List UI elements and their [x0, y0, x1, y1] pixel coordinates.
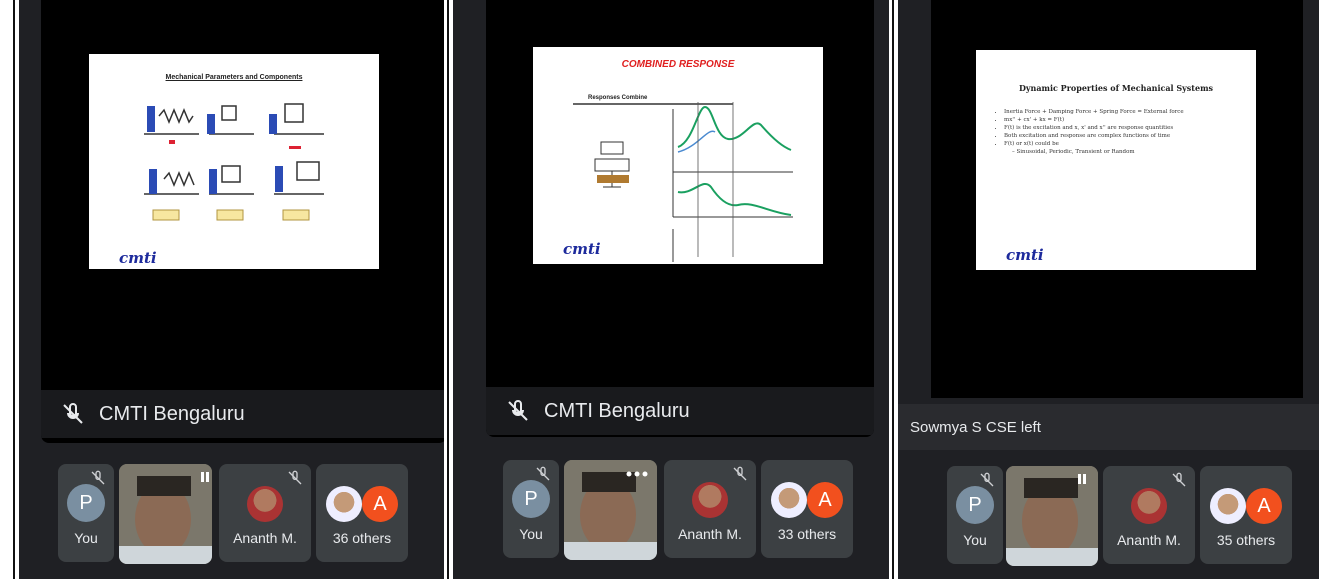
mic-off-icon	[288, 470, 302, 485]
slide-illustration	[144, 103, 324, 221]
avatar	[1131, 488, 1167, 524]
self-video-tile[interactable]	[119, 464, 212, 564]
participant-name: Ananth M.	[678, 526, 742, 542]
slide-bullet: Both excitation and response are complex…	[1004, 132, 1240, 140]
video-feed	[1006, 466, 1098, 566]
participant-tile-others[interactable]: A 36 others	[316, 464, 408, 562]
left-edge	[10, 0, 19, 579]
more-icon[interactable]	[625, 470, 649, 478]
participant-name: Ananth M.	[1117, 532, 1181, 548]
avatar-initial: A	[362, 486, 398, 522]
participant-name: You	[74, 530, 98, 546]
mic-off-icon	[91, 470, 105, 485]
slide-bullet: F(t) or x(t) could be	[1004, 140, 1240, 148]
avatar	[326, 486, 362, 522]
participant-tile-you[interactable]: P You	[503, 460, 559, 558]
cmti-logo: cmti	[119, 249, 157, 267]
avatar	[247, 486, 283, 522]
meet-panel-2: COMBINED RESPONSE Responses Combine cmti	[453, 0, 889, 579]
mic-off-icon	[536, 466, 550, 481]
self-video-tile[interactable]	[1006, 466, 1098, 566]
slide-bullet: F(t) is the excitation and x, x' and x''…	[1004, 124, 1240, 132]
participant-left-notice: Sowmya S CSE left	[898, 404, 1319, 450]
presentation-stage: Mechanical Parameters and Components cmt…	[41, 0, 444, 443]
avatar: P	[956, 486, 994, 524]
participant-tile-you[interactable]: P You	[947, 466, 1003, 564]
slide-bullets: Inertia Force + Damping Force + Spring F…	[994, 108, 1240, 156]
mic-off-icon	[733, 466, 747, 481]
avatar	[1210, 488, 1246, 524]
slide-title: Dynamic Properties of Mechanical Systems	[1018, 83, 1214, 93]
shared-slide: Dynamic Properties of Mechanical Systems…	[976, 50, 1256, 270]
slide-subbullet: – Sinusoidal, Periodic, Transient or Ran…	[1012, 149, 1135, 155]
shared-slide: Mechanical Parameters and Components cmt…	[89, 54, 379, 269]
mic-off-icon	[63, 403, 83, 424]
others-count[interactable]: 33 others	[761, 526, 853, 542]
others-count[interactable]: 36 others	[316, 530, 408, 546]
avatar-initial: A	[1246, 488, 1282, 524]
speaker-name-bar: CMTI Bengaluru	[41, 390, 444, 438]
slide-bullet: Inertia Force + Damping Force + Spring F…	[1004, 108, 1240, 116]
video-feed	[119, 464, 212, 564]
shared-slide: COMBINED RESPONSE Responses Combine cmti	[533, 47, 823, 264]
mic-off-icon	[980, 472, 994, 487]
participant-tile-others[interactable]: A 33 others	[761, 460, 853, 558]
avatar: P	[512, 480, 550, 518]
mic-off-icon	[1172, 472, 1186, 487]
speaker-name-bar: CMTI Bengaluru	[486, 387, 874, 435]
cmti-logo: cmti	[1006, 246, 1044, 264]
avatar: P	[67, 484, 105, 522]
participant-tile-ananth[interactable]: Ananth M.	[1103, 466, 1195, 564]
presentation-stage: COMBINED RESPONSE Responses Combine cmti	[486, 0, 874, 437]
avatar	[771, 482, 807, 518]
participant-name: Ananth M.	[233, 530, 297, 546]
participant-name: You	[963, 532, 987, 548]
panel-divider	[889, 0, 898, 579]
slide-illustration	[573, 102, 793, 262]
speaker-name: CMTI Bengaluru	[544, 399, 690, 422]
participant-tile-ananth[interactable]: Ananth M.	[219, 464, 311, 562]
participant-tile-ananth[interactable]: Ananth M.	[664, 460, 756, 558]
cmti-logo: cmti	[563, 240, 601, 258]
meet-panel-3: Dynamic Properties of Mechanical Systems…	[898, 0, 1319, 579]
avatar	[692, 482, 728, 518]
others-count[interactable]: 35 others	[1200, 532, 1292, 548]
slide-bullet: mx'' + cx' + kx = F(t)	[1004, 116, 1240, 124]
participant-name: You	[519, 526, 543, 542]
presentation-stage: Dynamic Properties of Mechanical Systems…	[931, 0, 1303, 398]
self-video-tile[interactable]	[564, 460, 657, 560]
avatar-initial: A	[807, 482, 843, 518]
participant-tile-others[interactable]: A 35 others	[1200, 466, 1292, 564]
meet-panel-1: Mechanical Parameters and Components cmt…	[19, 0, 444, 579]
panel-divider	[444, 0, 453, 579]
speaker-name: CMTI Bengaluru	[99, 402, 245, 425]
mic-off-icon	[508, 400, 528, 421]
participant-tile-you[interactable]: P You	[58, 464, 114, 562]
